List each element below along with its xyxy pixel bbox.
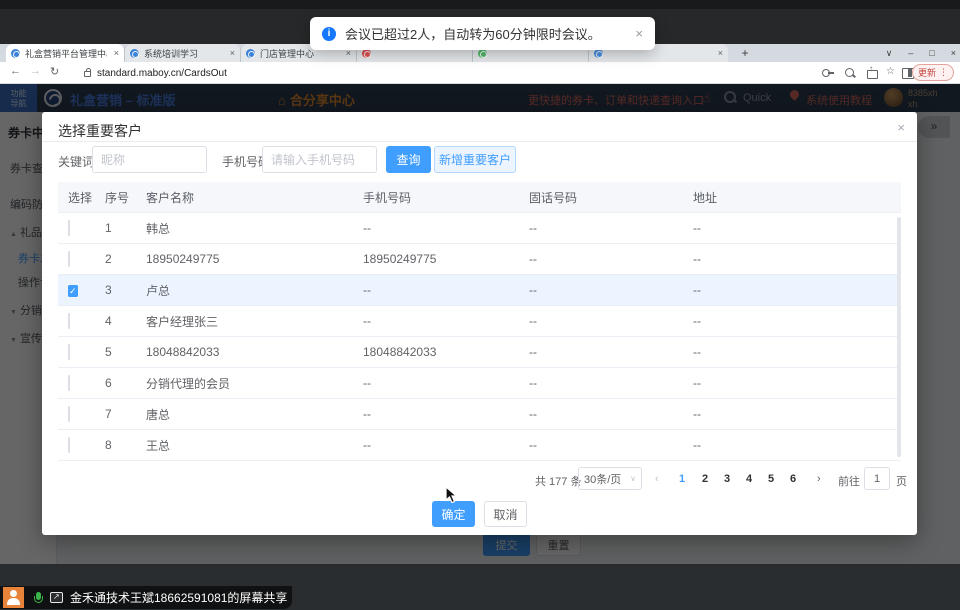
keyword-input[interactable] (92, 146, 207, 173)
chevron-down-icon: ∨ (630, 474, 636, 483)
row-checkbox[interactable] (68, 344, 70, 360)
col-address: 地址 (683, 189, 885, 206)
row-checkbox[interactable] (68, 220, 70, 236)
row-checkbox[interactable] (68, 406, 70, 422)
cancel-button[interactable]: 取消 (484, 501, 527, 527)
tab-title: 礼盒营销平台管理中心 (25, 47, 107, 60)
col-phone: 手机号码 (353, 189, 519, 206)
screen: 礼盒营销平台管理中心 × 系统培训学习 × 门店管理中心 × × + ∨ (0, 0, 960, 610)
update-label: 更新 (918, 66, 936, 79)
query-button[interactable]: 查询 (386, 146, 431, 173)
table-header: 选择 序号 客户名称 手机号码 固话号码 地址 (58, 182, 901, 213)
toast-close-icon[interactable]: × (635, 26, 643, 41)
row-checkbox[interactable] (68, 375, 70, 391)
tab-title: 门店管理中心 (260, 47, 314, 60)
url-bar[interactable]: standard.maboy.cn/CardsOut (84, 65, 644, 81)
info-icon: i (322, 27, 336, 41)
tab-favicon (130, 49, 139, 58)
close-window-icon[interactable]: × (951, 48, 956, 58)
row-checkbox[interactable] (68, 313, 70, 329)
page-5[interactable]: 5 (764, 473, 778, 485)
page-6[interactable]: 6 (786, 473, 800, 485)
toast-message: 会议已超过2人，自动转为60分钟限时会议。 (345, 24, 601, 43)
pagination-total: 共 177 条 (535, 473, 581, 489)
tab-search-icon[interactable]: ∨ (886, 48, 893, 59)
goto-suffix: 页 (896, 473, 907, 489)
share-bar-text: 金禾通技术王斌18662591081的屏幕共享 (70, 589, 287, 606)
new-tab-button[interactable]: + (738, 46, 752, 60)
keyword-label: 关键词 (58, 153, 94, 170)
next-page-icon[interactable]: › (817, 473, 821, 485)
tab-favicon (246, 49, 255, 58)
confirm-button[interactable]: 确定 (432, 501, 475, 527)
microphone-icon (34, 592, 42, 604)
page-1[interactable]: 1 (675, 473, 689, 485)
browser-addressbar: ← → ↻ standard.maboy.cn/CardsOut ☆ 更新 ⋮ (0, 62, 960, 84)
meeting-toast: i 会议已超过2人，自动转为60分钟限时会议。 × (310, 17, 655, 50)
screen-share-icon (50, 592, 63, 603)
forward-icon[interactable]: → (30, 65, 41, 77)
tab-title: 系统培训学习 (144, 47, 198, 60)
table-row-selected[interactable]: ✓ 3卢总 ------ (58, 275, 901, 306)
row-checkbox-checked[interactable]: ✓ (68, 285, 78, 297)
col-tel: 固话号码 (519, 189, 683, 206)
row-checkbox[interactable] (68, 251, 70, 267)
tab-gift-admin[interactable]: 礼盒营销平台管理中心 × (6, 44, 124, 62)
modal-close-icon[interactable]: × (897, 120, 905, 135)
table-row[interactable]: 4客户经理张三 ------ (58, 306, 901, 337)
more-icon: ⋮ (939, 67, 948, 78)
goto-label: 前往 (838, 473, 860, 489)
select-customer-modal: 选择重要客户 × 关键词 手机号码 查询 新增重要客户 选择 序号 客户名称 手… (42, 112, 917, 535)
divider (42, 141, 917, 142)
minimize-icon[interactable]: – (908, 48, 913, 58)
row-checkbox[interactable] (68, 437, 70, 453)
page-4[interactable]: 4 (742, 473, 756, 485)
col-name: 客户名称 (136, 189, 353, 206)
goto-page-input[interactable] (864, 467, 890, 490)
phone-input[interactable] (262, 146, 377, 173)
tab-close-icon[interactable]: × (108, 48, 119, 58)
table-row[interactable]: 6分销代理的会员 ------ (58, 368, 901, 399)
table-scrollbar[interactable] (897, 217, 901, 457)
reload-icon[interactable]: ↻ (50, 65, 59, 78)
tab-training[interactable]: 系统培训学习 × (124, 44, 240, 62)
table-row[interactable]: 218950249775 18950249775---- (58, 244, 901, 275)
tab-favicon (11, 49, 20, 58)
table-row[interactable]: 7唐总 ------ (58, 399, 901, 430)
tab-close-icon[interactable]: × (224, 48, 235, 58)
titlebar-top-strip (0, 0, 960, 9)
table-row[interactable]: 8王总 ------ (58, 430, 901, 461)
window-controls: ∨ – □ × (886, 44, 956, 62)
browser-update-button[interactable]: 更新 ⋮ (912, 64, 954, 81)
bookmark-star-icon[interactable]: ☆ (886, 66, 895, 77)
back-icon[interactable]: ← (10, 65, 21, 77)
presenter-icon (3, 587, 24, 608)
page-size-value: 30条/页 (584, 471, 621, 487)
page-3[interactable]: 3 (720, 473, 734, 485)
tab-close-icon[interactable]: × (712, 48, 723, 58)
prev-page-icon[interactable]: ‹ (655, 473, 659, 485)
page-size-select[interactable]: 30条/页 ∨ (578, 467, 642, 490)
add-customer-button[interactable]: 新增重要客户 (434, 146, 516, 173)
url-text: standard.maboy.cn/CardsOut (97, 68, 227, 79)
col-index: 序号 (96, 189, 136, 206)
mouse-cursor (445, 486, 459, 504)
page-2[interactable]: 2 (698, 473, 712, 485)
table-row[interactable]: 1韩总 ------ (58, 213, 901, 244)
maximize-icon[interactable]: □ (929, 48, 934, 58)
col-select: 选择 (58, 189, 96, 206)
modal-title: 选择重要客户 (58, 121, 142, 141)
screen-share-bar: 金禾通技术王斌18662591081的屏幕共享 (0, 586, 292, 609)
lock-icon (84, 71, 91, 77)
table-row[interactable]: 518048842033 18048842033---- (58, 337, 901, 368)
